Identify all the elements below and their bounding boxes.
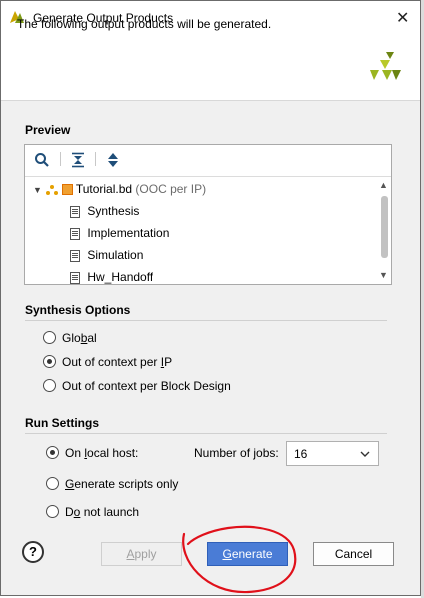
label-part: On (65, 446, 85, 460)
on-local-host-label[interactable]: On local host: (65, 446, 138, 460)
tree-item-simulation[interactable]: Simulation (70, 244, 143, 266)
synthesis-options-label: Synthesis Options (25, 303, 131, 317)
bd-file-icon (61, 184, 73, 196)
tree-item-synthesis[interactable]: Synthesis (70, 200, 139, 222)
synthesis-ooc-per-bd-radio[interactable] (43, 379, 56, 392)
search-icon[interactable] (34, 152, 50, 168)
synthesis-ooc-per-bd-label[interactable]: Out of context per Block Design (62, 379, 231, 393)
mnemonic: G (65, 477, 75, 491)
document-icon (70, 205, 80, 218)
header-text: The following output products will be ge… (17, 17, 272, 31)
do-not-launch-label[interactable]: Do not launch (65, 505, 139, 519)
label-part: enerate scripts only (74, 477, 179, 491)
synthesis-global-radio[interactable] (43, 331, 56, 344)
mnemonic: A (126, 547, 135, 561)
label-part: not launch (80, 505, 140, 519)
do-not-launch-radio[interactable] (46, 505, 59, 518)
synthesis-ooc-per-ip-radio[interactable] (43, 355, 56, 368)
document-icon (70, 227, 80, 240)
label-part: ocal host: (87, 446, 139, 460)
tree-item-label: Simulation (87, 248, 144, 262)
document-icon (70, 271, 80, 284)
label-part: Out of context per Block Design (62, 379, 231, 393)
preview-label: Preview (25, 123, 71, 137)
label-part: Glo (62, 331, 81, 345)
label-part: al (87, 331, 97, 345)
tree-item-hw-handoff[interactable]: Hw_Handoff (70, 266, 153, 284)
document-icon (70, 249, 80, 262)
tree-root-name: Tutorial.bd (75, 182, 133, 196)
collapse-all-icon[interactable] (70, 152, 86, 168)
tree-item-label: Hw_Handoff (87, 270, 154, 284)
header-area (1, 34, 420, 101)
section-separator (25, 320, 387, 321)
scrollbar-thumb[interactable] (381, 196, 388, 258)
chevron-down-icon[interactable]: ▼ (33, 179, 43, 201)
synthesis-ooc-per-ip-label[interactable]: Out of context per IP (62, 355, 172, 369)
label-part: pply (134, 547, 157, 561)
xilinx-logo-icon (370, 52, 401, 80)
chevron-down-icon (360, 451, 370, 457)
help-icon[interactable]: ? (22, 541, 44, 563)
cancel-button[interactable]: Cancel (313, 542, 394, 566)
label-part: D (65, 505, 74, 519)
annotation-circle (182, 525, 297, 594)
toolbar-divider (25, 176, 391, 177)
generate-scripts-only-radio[interactable] (46, 477, 59, 490)
generate-scripts-only-label[interactable]: Generate scripts only (65, 477, 178, 491)
tree-root-row[interactable]: ▼ Tutorial.bd (OOC per IP) (33, 178, 206, 200)
tree-root-suffix: (OOC per IP) (135, 182, 207, 196)
label-part: Out of context per (62, 355, 161, 369)
number-of-jobs-select[interactable]: 16 (286, 441, 379, 466)
apply-button[interactable]: Apply (101, 542, 182, 566)
expand-all-icon[interactable] (105, 152, 121, 168)
run-settings-label: Run Settings (25, 416, 99, 430)
on-local-host-radio[interactable] (46, 446, 59, 459)
label-part: P (164, 355, 173, 369)
tree-item-label: Synthesis (87, 204, 140, 218)
toolbar-separator (60, 152, 61, 166)
number-of-jobs-label: Number of jobs: (194, 446, 279, 460)
synthesis-global-label[interactable]: Global (62, 331, 97, 345)
block-design-icon (46, 184, 59, 195)
section-separator (25, 433, 387, 434)
scroll-up-arrow[interactable]: ▲ (379, 180, 388, 190)
close-icon[interactable]: ✕ (396, 8, 409, 28)
scroll-down-arrow[interactable]: ▼ (379, 270, 388, 280)
jobs-value: 16 (294, 447, 308, 461)
tree-item-label: Implementation (87, 226, 170, 240)
toolbar-separator (95, 152, 96, 166)
tree-item-implementation[interactable]: Implementation (70, 222, 169, 244)
